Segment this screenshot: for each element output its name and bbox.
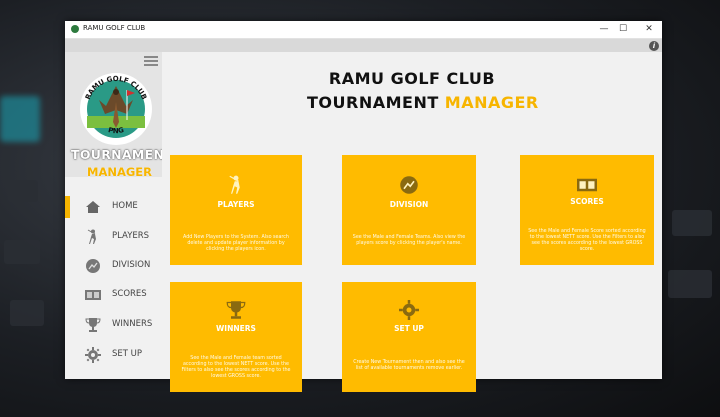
tile-description: See the Male and Female Score sorted acc… [528, 229, 646, 252]
tile-title: WINNERS [216, 324, 256, 333]
golfer-icon [87, 229, 96, 244]
nav-item-scores[interactable]: SCORES [65, 283, 162, 307]
tile-description: Create New Tournament then and also see … [353, 360, 465, 371]
home-icon [86, 201, 100, 213]
nav-item-home[interactable]: HOME [65, 195, 162, 219]
nav-label: SCORES [112, 289, 147, 299]
main-content: RAMU GOLF CLUB TOURNAMENT MANAGER PLAYERS… [162, 52, 662, 392]
background-key [4, 240, 40, 264]
tile-winners[interactable]: WINNERS See the Male and Female team sor… [170, 282, 302, 392]
minimize-button[interactable]: — [597, 23, 611, 35]
top-toolbar: i [65, 39, 662, 52]
tile-description: Add New Players to the System. Also sear… [183, 235, 289, 252]
info-icon[interactable]: i [649, 41, 659, 51]
subtitle-part2: MANAGER [444, 93, 539, 112]
tile-division[interactable]: DIVISION See the Male and Female Teams. … [342, 155, 476, 265]
nav-label: WINNERS [112, 319, 153, 329]
brand-subtitle: MANAGER [87, 165, 153, 179]
tile-title: DIVISION [389, 200, 429, 209]
tile-scores[interactable]: SCORES See the Male and Female Score sor… [520, 155, 654, 265]
page-subtitle: TOURNAMENT MANAGER [307, 93, 539, 112]
brand-title: TOURNAMENT [71, 147, 174, 162]
golfer-icon [229, 175, 240, 194]
sidebar: RAMU GOLF CLUB PNG TOURNAMENT MANAGER HO… [65, 52, 173, 379]
tile-setup[interactable]: SET UP Create New Tournament then and al… [342, 282, 476, 392]
scoreboard-icon [85, 290, 101, 300]
logo-ring-text: RAMU GOLF CLUB PNG [84, 75, 148, 135]
tile-title: PLAYERS [217, 200, 255, 209]
nav-item-winners[interactable]: WINNERS [65, 313, 162, 337]
nav-item-division[interactable]: DIVISION [65, 254, 162, 278]
tile-players[interactable]: PLAYERS Add New Players to the System. A… [170, 155, 302, 265]
trophy-icon [85, 318, 101, 332]
logo-bottom-text: PNG [107, 126, 125, 135]
gear-icon [85, 347, 101, 363]
tile-title: SET UP [394, 324, 424, 333]
close-button[interactable]: ✕ [642, 23, 656, 35]
app-icon [71, 25, 79, 33]
gear-icon [399, 300, 419, 320]
nav-item-players[interactable]: PLAYERS [65, 225, 162, 249]
menu-toggle-icon[interactable] [144, 56, 158, 68]
tile-description: See the Male and Female team sorted acco… [181, 356, 291, 379]
logo-top-text: RAMU GOLF CLUB [84, 75, 148, 101]
window-title: RAMU GOLF CLUB [83, 24, 146, 32]
division-icon [86, 259, 100, 273]
background-glow [0, 96, 40, 142]
tile-description: See the Male and Female Teams. Also view… [352, 235, 466, 246]
tile-title: SCORES [570, 197, 604, 206]
page-title: RAMU GOLF CLUB [328, 69, 496, 88]
svg-text:PNG: PNG [107, 126, 125, 135]
trophy-icon [226, 301, 246, 319]
nav-label: HOME [112, 201, 138, 211]
scoreboard-icon [577, 178, 597, 192]
background-key [668, 270, 712, 298]
maximize-button[interactable]: ☐ [616, 23, 630, 35]
subtitle-part1: TOURNAMENT [307, 93, 439, 112]
nav-label: SET UP [112, 349, 143, 359]
svg-text:RAMU GOLF CLUB: RAMU GOLF CLUB [84, 75, 148, 101]
nav-item-setup[interactable]: SET UP [65, 343, 162, 367]
title-bar: RAMU GOLF CLUB — ☐ ✕ [65, 21, 662, 39]
background-key [8, 180, 38, 202]
nav-label: PLAYERS [112, 231, 150, 241]
background-key [10, 300, 44, 326]
sidebar-header: RAMU GOLF CLUB PNG TOURNAMENT MANAGER [65, 52, 173, 179]
background-key [672, 210, 712, 236]
app-window: RAMU GOLF CLUB — ☐ ✕ i RAMU GOLF CLUB PN… [65, 21, 662, 392]
division-icon [400, 176, 418, 194]
nav-label: DIVISION [112, 260, 151, 270]
